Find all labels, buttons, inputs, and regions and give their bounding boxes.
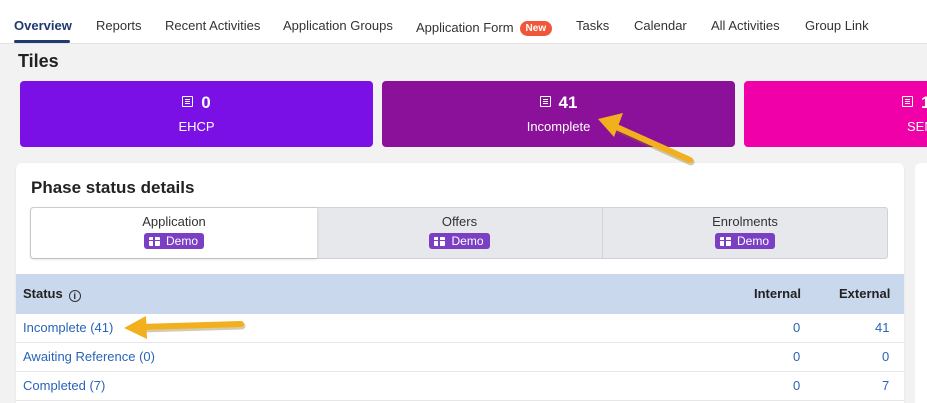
list-icon (902, 96, 913, 107)
tile-count: 0 (201, 93, 211, 112)
demo-badge: Demo (714, 233, 775, 249)
status-link[interactable]: Awaiting Reference (0) (23, 349, 155, 364)
status-header: Status i (23, 286, 81, 302)
tile-incomplete[interactable]: 41 Incomplete (382, 81, 735, 147)
new-badge: New (519, 21, 553, 36)
external-count-link[interactable]: 0 (882, 349, 889, 364)
tab-overview[interactable]: Overview (14, 18, 72, 33)
tab-tasks[interactable]: Tasks (576, 18, 609, 33)
tab-application-groups[interactable]: Application Groups (283, 18, 393, 33)
external-header: External (839, 286, 891, 301)
demo-badge-label: Demo (736, 234, 769, 248)
phase-status-card: Phase status details Application Demo Of… (16, 163, 904, 403)
table-row: Incomplete (41) 0 41 (16, 314, 904, 343)
top-nav: Overview Reports Recent Activities Appli… (0, 0, 927, 44)
gift-icon (719, 237, 731, 246)
tab-recent-activities[interactable]: Recent Activities (165, 18, 260, 33)
phase-tab-enrolments[interactable]: Enrolments Demo (602, 208, 887, 258)
tile-sen[interactable]: 1 SEN (744, 81, 927, 147)
internal-count-link[interactable]: 0 (793, 349, 800, 364)
table-header: Status i Internal External (16, 274, 904, 314)
tile-count: 1 (921, 93, 927, 112)
tab-application-form-label: Application Form (416, 20, 514, 35)
external-count-link[interactable]: 7 (882, 378, 889, 393)
status-link[interactable]: Incomplete (41) (23, 320, 113, 335)
phase-tabs: Application Demo Offers Demo Enrolments … (30, 207, 888, 259)
demo-badge-label: Demo (165, 234, 198, 248)
table-row: Awaiting Reference (0) 0 0 (16, 343, 904, 372)
tab-group-link[interactable]: Group Link (805, 18, 869, 33)
info-icon[interactable]: i (68, 290, 81, 302)
tab-calendar[interactable]: Calendar (634, 18, 687, 33)
status-link[interactable]: Completed (7) (23, 378, 105, 393)
tile-label: SEN (907, 119, 927, 134)
gift-icon (148, 237, 160, 246)
demo-badge: Demo (143, 233, 204, 249)
list-icon (182, 96, 194, 107)
side-card (915, 163, 927, 403)
demo-badge: Demo (429, 233, 490, 249)
phase-tab-label: Application (142, 214, 206, 229)
tile-label: Incomplete (526, 119, 591, 134)
tab-all-activities[interactable]: All Activities (711, 18, 780, 33)
phase-tab-application[interactable]: Application Demo (31, 208, 317, 258)
phase-tab-label: Enrolments (712, 214, 778, 229)
internal-count-link[interactable]: 0 (793, 320, 800, 335)
internal-count-link[interactable]: 0 (793, 378, 800, 393)
table-row: Completed (7) 0 7 (16, 372, 904, 401)
tab-reports[interactable]: Reports (96, 18, 142, 33)
phase-tab-label: Offers (441, 214, 478, 229)
list-icon (539, 96, 551, 107)
active-tab-indicator (14, 40, 70, 43)
gift-icon (434, 237, 446, 246)
tile-label: EHCP (178, 119, 215, 134)
phase-tab-offers[interactable]: Offers Demo (317, 208, 602, 258)
tile-ehcp[interactable]: 0 EHCP (20, 81, 373, 147)
external-count-link[interactable]: 41 (875, 320, 889, 335)
tab-application-form[interactable]: Application Form New (416, 20, 553, 36)
demo-badge-label: Demo (451, 234, 484, 248)
card-title: Phase status details (31, 178, 195, 197)
tile-count: 41 (558, 93, 578, 112)
internal-header: Internal (754, 286, 801, 301)
status-header-label: Status (23, 286, 63, 301)
tiles-title: Tiles (18, 51, 59, 71)
